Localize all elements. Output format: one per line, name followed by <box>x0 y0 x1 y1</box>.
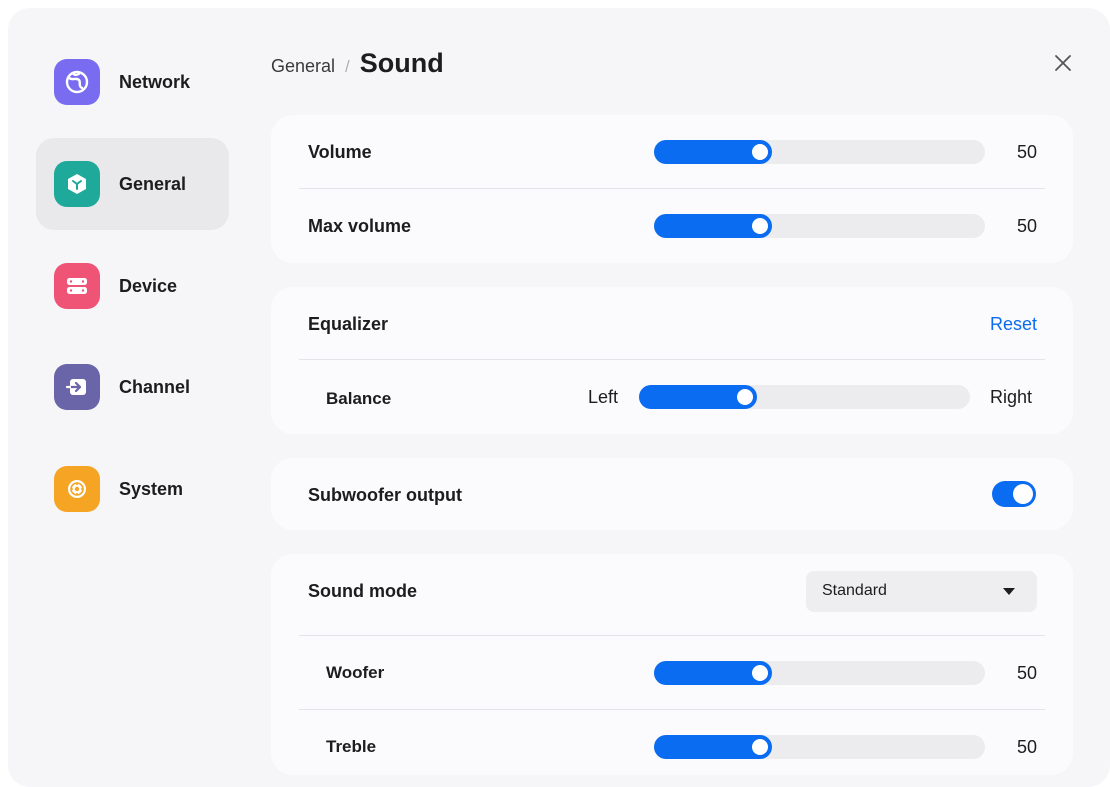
sound-mode-card: Sound mode Standard Woofer 50 Treble 50 <box>271 554 1073 775</box>
equalizer-label: Equalizer <box>308 314 389 334</box>
sidebar-item-channel[interactable]: Channel <box>36 341 229 433</box>
subwoofer-toggle[interactable] <box>992 481 1036 507</box>
slider-knob[interactable] <box>752 218 768 234</box>
slider-knob[interactable] <box>737 389 753 405</box>
treble-label: Treble <box>326 737 377 756</box>
gear-flower-icon <box>54 466 100 512</box>
woofer-slider[interactable] <box>654 661 985 685</box>
woofer-row: Woofer 50 <box>271 636 1073 709</box>
woofer-value: 50 <box>1016 663 1037 683</box>
equalizer-card: Equalizer Reset Balance Left Right <box>271 287 1073 434</box>
slider-knob[interactable] <box>752 665 768 681</box>
reset-button[interactable]: Reset <box>990 314 1037 335</box>
input-arrow-icon <box>54 364 100 410</box>
volume-card: Volume 50 Max volume 50 <box>271 115 1073 263</box>
sound-mode-label: Sound mode <box>308 581 417 601</box>
sound-mode-select[interactable]: Standard <box>806 571 1037 612</box>
max-volume-label: Max volume <box>308 216 412 236</box>
sidebar-item-label: General <box>119 173 187 194</box>
balance-left-label: Left <box>588 387 619 407</box>
subwoofer-label: Subwoofer output <box>308 485 462 505</box>
sound-mode-row: Sound mode Standard <box>271 554 1073 628</box>
slider-knob[interactable] <box>752 144 768 160</box>
sidebar: Network General Device Channel System <box>8 8 248 787</box>
volume-slider[interactable] <box>654 140 985 164</box>
sidebar-item-label: Network <box>119 71 191 92</box>
max-volume-value: 50 <box>1016 216 1037 236</box>
volume-row: Volume 50 <box>271 115 1073 189</box>
sidebar-item-label: Device <box>119 275 178 296</box>
breadcrumb-separator: / <box>345 57 350 76</box>
select-value: Standard <box>822 582 887 599</box>
subwoofer-card: Subwoofer output <box>271 458 1073 530</box>
treble-value: 50 <box>1016 737 1037 757</box>
sidebar-item-label: Channel <box>119 376 191 397</box>
max-volume-slider[interactable] <box>654 214 985 238</box>
server-icon <box>54 263 100 309</box>
caret-down-icon <box>1003 588 1015 595</box>
slider-knob[interactable] <box>752 739 768 755</box>
settings-window: Network General Device Channel System Ge… <box>8 8 1110 787</box>
page-title: Sound <box>359 48 444 78</box>
close-icon[interactable] <box>1052 52 1074 74</box>
sidebar-item-device[interactable]: Device <box>36 240 229 332</box>
balance-label: Balance <box>326 389 392 408</box>
balance-right-label: Right <box>990 387 1033 407</box>
sidebar-item-general[interactable]: General <box>36 138 229 230</box>
woofer-label: Woofer <box>326 663 385 682</box>
toggle-knob <box>1013 484 1033 504</box>
breadcrumb-parent[interactable]: General <box>271 56 335 77</box>
volume-value: 50 <box>1016 142 1037 162</box>
cube-icon <box>54 161 100 207</box>
balance-row: Balance Left Right <box>271 360 1073 434</box>
treble-slider[interactable] <box>654 735 985 759</box>
sidebar-item-system[interactable]: System <box>36 443 229 535</box>
globe-icon <box>54 59 100 105</box>
volume-label: Volume <box>308 142 372 162</box>
balance-slider[interactable] <box>639 385 970 409</box>
breadcrumb: General / Sound <box>271 48 444 79</box>
max-volume-row: Max volume 50 <box>271 189 1073 263</box>
equalizer-row[interactable]: Equalizer Reset <box>271 287 1073 359</box>
sidebar-item-label: System <box>119 478 184 499</box>
treble-row: Treble 50 <box>271 710 1073 783</box>
sidebar-item-network[interactable]: Network <box>36 36 229 128</box>
